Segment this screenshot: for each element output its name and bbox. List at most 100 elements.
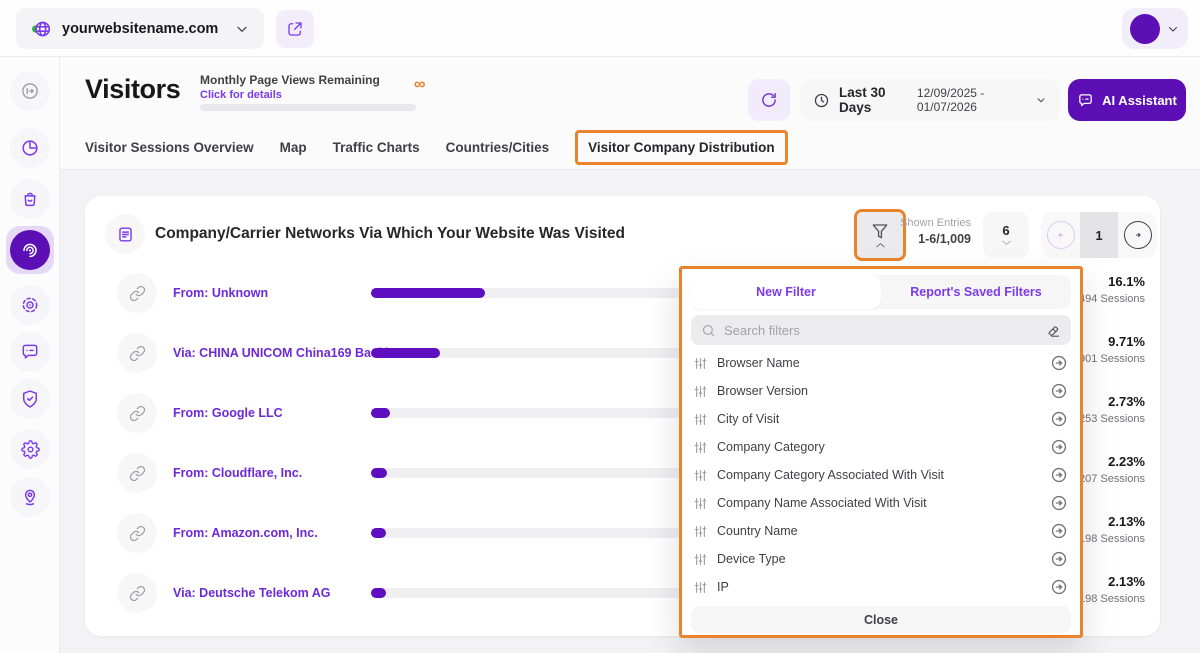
filter-panel-tabs: New Filter Report's Saved Filters: [691, 275, 1071, 309]
sliders-icon: [694, 441, 707, 454]
filter-field-item[interactable]: Browser Version: [691, 377, 1071, 405]
date-range-selector[interactable]: Last 30 Days 12/09/2025 - 01/07/2026: [800, 79, 1060, 121]
filter-field-label: Browser Name: [717, 356, 800, 370]
arrow-right-circle-icon[interactable]: [1050, 494, 1068, 512]
chat-icon: [1077, 92, 1094, 109]
arrow-right-circle-icon: [1123, 221, 1152, 249]
ai-assistant-label: AI Assistant: [1102, 92, 1177, 108]
ai-assistant-button[interactable]: AI Assistant: [1068, 79, 1186, 121]
link-icon: [117, 273, 157, 313]
next-page-button[interactable]: [1118, 221, 1157, 249]
filter-field-item[interactable]: Country Name: [691, 517, 1071, 545]
current-page: 1: [1080, 212, 1118, 258]
link-icon: [117, 393, 157, 433]
sessions-bar-fill: [371, 348, 440, 358]
open-website-button[interactable]: [276, 10, 314, 48]
sliders-icon: [694, 357, 707, 370]
session-percent: 2.73%: [1108, 394, 1145, 409]
filter-field-item[interactable]: Company Name Associated With Visit: [691, 489, 1071, 517]
row-stats: 2.13% 198 Sessions: [1079, 574, 1145, 605]
chevron-down-icon: [1035, 94, 1047, 106]
dashboard-pie-icon[interactable]: [10, 128, 50, 168]
tab-countries-cities[interactable]: Countries/Cities: [446, 140, 550, 155]
visitor-location-icon[interactable]: [10, 477, 50, 517]
arrow-right-circle-icon[interactable]: [1050, 382, 1068, 400]
arrow-right-circle-icon[interactable]: [1050, 438, 1068, 456]
tab-map[interactable]: Map: [280, 140, 307, 155]
session-count: 207 Sessions: [1078, 473, 1145, 485]
session-percent: 2.13%: [1108, 574, 1145, 589]
filter-field-label: City of Visit: [717, 412, 780, 426]
sessions-bar-fill: [371, 408, 391, 418]
shown-entries-value: 1-6/1,009: [918, 232, 971, 246]
sidebar-item-visitors-active[interactable]: [6, 226, 54, 274]
sessions-bar-fill: [371, 588, 387, 598]
page-title: Visitors: [85, 74, 181, 104]
arrow-right-circle-icon[interactable]: [1050, 354, 1068, 372]
filter-field-label: Company Category: [717, 440, 825, 454]
shown-entries-label: Shown Entries: [900, 217, 971, 229]
arrow-right-circle-icon[interactable]: [1050, 410, 1068, 428]
filter-field-item[interactable]: Company Category Associated With Visit: [691, 461, 1071, 489]
filter-field-item[interactable]: Device Type: [691, 545, 1071, 573]
refresh-button[interactable]: [748, 79, 790, 121]
clock-icon: [813, 92, 830, 109]
pagination: 1: [1041, 212, 1157, 258]
ecommerce-bag-icon[interactable]: [10, 179, 50, 219]
quota-details-link[interactable]: Click for details: [200, 89, 282, 101]
report-document-icon: [105, 214, 145, 254]
eraser-icon[interactable]: [1046, 323, 1061, 338]
session-recordings-icon[interactable]: [10, 285, 50, 325]
sliders-icon: [694, 525, 707, 538]
chevron-down-icon: [1001, 239, 1012, 247]
website-selector[interactable]: yourwebsitename.com: [16, 8, 264, 49]
arrow-right-circle-icon[interactable]: [1050, 466, 1068, 484]
network-link[interactable]: Via: Deutsche Telekom AG: [173, 563, 330, 623]
tab-visitor-sessions-overview[interactable]: Visitor Sessions Overview: [85, 140, 254, 155]
tab-visitor-company-distribution[interactable]: Visitor Company Distribution: [575, 129, 788, 165]
avatar: [1130, 13, 1160, 44]
filter-field-item[interactable]: IP: [691, 573, 1071, 601]
website-name: yourwebsitename.com: [62, 20, 219, 37]
page-size-selector[interactable]: 6: [983, 212, 1029, 258]
filter-search-input[interactable]: [724, 322, 1038, 338]
unlimited-infinity-symbol: ∞: [414, 76, 426, 93]
account-menu[interactable]: [1122, 8, 1188, 49]
arrow-right-circle-icon[interactable]: [1050, 578, 1068, 596]
previous-page-button[interactable]: [1041, 221, 1080, 249]
row-stats: 9.71% 901 Sessions: [1079, 334, 1145, 365]
sliders-icon: [694, 497, 707, 510]
topbar: yourwebsitename.com: [0, 0, 1200, 57]
sessions-bar-fill: [371, 468, 387, 478]
filter-panel: New Filter Report's Saved Filters Browse…: [679, 266, 1083, 638]
new-filter-tab[interactable]: New Filter: [691, 275, 881, 309]
feedback-chat-icon[interactable]: [10, 332, 50, 372]
filter-field-item[interactable]: City of Visit: [691, 405, 1071, 433]
website-globe-icon: [30, 18, 52, 40]
sliders-icon: [694, 553, 707, 566]
sidebar-toggle-icon[interactable]: [10, 71, 50, 111]
settings-gear-icon[interactable]: [10, 429, 50, 469]
filter-panel-close-button[interactable]: Close: [691, 606, 1071, 633]
network-link[interactable]: From: Unknown: [173, 263, 268, 323]
arrow-right-circle-icon[interactable]: [1050, 522, 1068, 540]
network-link[interactable]: From: Cloudflare, Inc.: [173, 443, 302, 503]
sliders-icon: [694, 413, 707, 426]
filter-field-item[interactable]: Browser Name: [691, 349, 1071, 377]
session-percent: 2.13%: [1108, 514, 1145, 529]
quota-label: Monthly Page Views Remaining: [200, 73, 380, 87]
filter-field-label: Device Type: [717, 552, 786, 566]
funnel-icon: [871, 222, 889, 240]
search-icon: [701, 323, 716, 338]
security-shield-icon[interactable]: [10, 379, 50, 419]
sliders-icon: [694, 469, 707, 482]
analytics-app: yourwebsitename.com Visitors Monthly Pag…: [0, 0, 1200, 653]
filter-field-item[interactable]: Company Category: [691, 433, 1071, 461]
sidebar: [0, 57, 60, 653]
saved-filters-tab[interactable]: Report's Saved Filters: [881, 275, 1071, 309]
session-count: 198 Sessions: [1078, 533, 1145, 545]
network-link[interactable]: From: Google LLC: [173, 383, 283, 443]
arrow-right-circle-icon[interactable]: [1050, 550, 1068, 568]
network-link[interactable]: From: Amazon.com, Inc.: [173, 503, 318, 563]
tab-traffic-charts[interactable]: Traffic Charts: [333, 140, 420, 155]
